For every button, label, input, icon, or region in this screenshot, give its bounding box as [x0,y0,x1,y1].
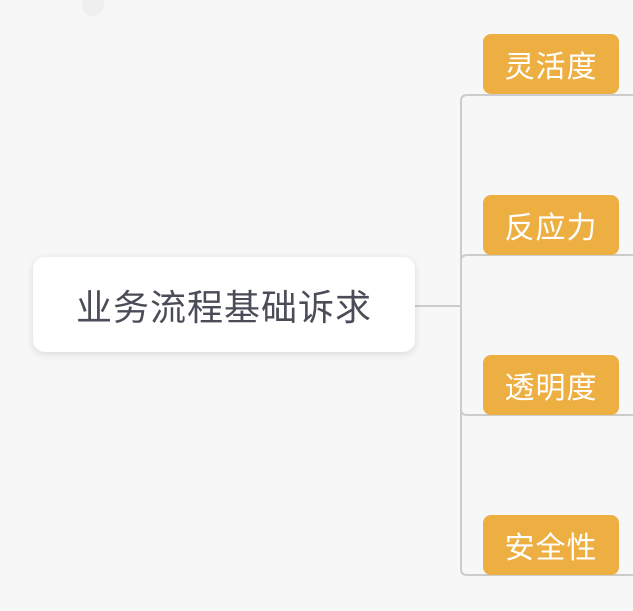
connector-branch-2 [460,254,633,306]
root-topic-node[interactable]: 业务流程基础诉求 [33,257,415,352]
topic-node-security[interactable]: 安全性 [483,515,619,575]
topic-node-transparency[interactable]: 透明度 [483,355,619,415]
mindmap-canvas: 业务流程基础诉求 灵活度 反应力 透明度 安全性 [0,0,633,611]
topic-node-flexibility[interactable]: 灵活度 [483,34,619,94]
topic-node-responsiveness[interactable]: 反应力 [483,195,619,255]
